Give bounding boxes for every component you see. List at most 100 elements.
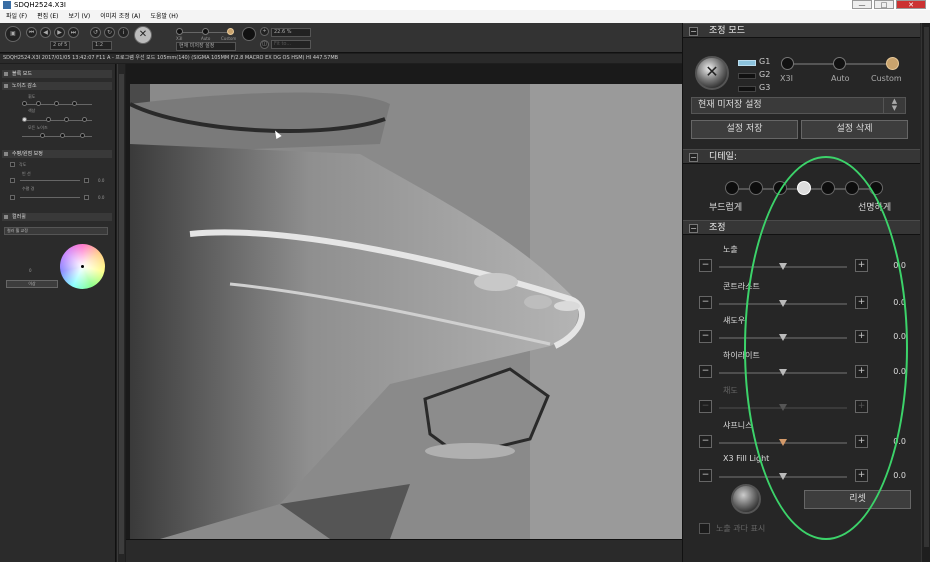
h-plus-2[interactable] bbox=[84, 195, 89, 200]
camera-icon[interactable]: ▣ bbox=[5, 26, 21, 42]
horizontal-checkbox[interactable] bbox=[10, 162, 15, 167]
collapse-icon[interactable]: − bbox=[689, 27, 698, 36]
color-mode-select[interactable]: 컬러 휠 교정 bbox=[4, 227, 108, 235]
nav-next-icon[interactable]: ▶ bbox=[54, 27, 65, 38]
collapse-icon[interactable]: − bbox=[689, 224, 698, 233]
image-preview-area[interactable] bbox=[126, 64, 682, 539]
g3-label: G3 bbox=[759, 83, 771, 92]
h-minus-2[interactable] bbox=[10, 195, 15, 200]
exposure-minus-button[interactable]: − bbox=[699, 259, 712, 272]
delete-settings-button[interactable]: 설정 삭제 bbox=[801, 120, 908, 139]
fit-button[interactable]: Fit to... bbox=[271, 40, 311, 49]
shadow-slider-thumb[interactable] bbox=[779, 334, 787, 341]
menu-edit[interactable]: 편집 (E) bbox=[37, 10, 58, 23]
menu-view[interactable]: 보기 (V) bbox=[69, 10, 91, 23]
saturation-minus-button[interactable]: − bbox=[699, 400, 712, 413]
sharpness-slider-thumb[interactable] bbox=[779, 439, 787, 446]
section-adjust[interactable]: − 조정 bbox=[683, 220, 920, 235]
updown-arrow-icon[interactable]: ▲ ▼ bbox=[883, 98, 905, 113]
detail-step-2[interactable] bbox=[749, 181, 763, 195]
contrast-slider-thumb[interactable] bbox=[779, 300, 787, 307]
shadow-plus-button[interactable]: + bbox=[855, 330, 868, 343]
g2-indicator[interactable] bbox=[738, 73, 756, 79]
fill-light-plus-button[interactable]: + bbox=[855, 469, 868, 482]
fill-light-slider-thumb[interactable] bbox=[779, 473, 787, 480]
highlight-slider-thumb[interactable] bbox=[779, 369, 787, 376]
highlight-plus-button[interactable]: + bbox=[855, 365, 868, 378]
right-scrollbar-thumb[interactable] bbox=[924, 27, 929, 547]
nav-prev-icon[interactable]: ◀ bbox=[40, 27, 51, 38]
section-noise-reduction[interactable]: 노이즈 감소 bbox=[2, 82, 112, 90]
menu-image-adjust[interactable]: 이미지 조정 (A) bbox=[100, 10, 140, 23]
g3-indicator[interactable] bbox=[738, 86, 756, 92]
g1-indicator[interactable] bbox=[738, 60, 756, 66]
menu-help[interactable]: 도움말 (H) bbox=[150, 10, 178, 23]
ratio-select[interactable]: 1:2 bbox=[92, 41, 112, 50]
exposure-slider-thumb[interactable] bbox=[779, 263, 787, 270]
section-adjust-mode[interactable]: − 조정 모드 bbox=[683, 23, 920, 38]
window-controls: — □ ✕ bbox=[852, 0, 926, 10]
zoom-level[interactable]: 22.6 % bbox=[271, 28, 311, 37]
section-color-wheel[interactable]: 컬러휠 bbox=[2, 213, 112, 221]
slider-label-contrast: 콘트라스트 bbox=[723, 282, 760, 291]
mode-knob-auto[interactable] bbox=[202, 28, 209, 35]
h-slider-2[interactable] bbox=[20, 197, 80, 198]
detail-step-5[interactable] bbox=[821, 181, 835, 195]
menu-file[interactable]: 파일 (F) bbox=[6, 10, 27, 23]
mode-knob-x3i[interactable] bbox=[781, 57, 794, 70]
nav-first-icon[interactable]: ⏮ bbox=[26, 27, 37, 38]
h-plus-1[interactable] bbox=[84, 178, 89, 183]
rotate-right-icon[interactable]: ↻ bbox=[104, 27, 115, 38]
tb-preset-select[interactable]: 현재 미저장 설정 bbox=[176, 42, 236, 51]
shadow-minus-button[interactable]: − bbox=[699, 330, 712, 343]
x3-mode-button[interactable]: ✕ bbox=[695, 56, 729, 90]
zoom-in-icon[interactable]: + bbox=[260, 27, 269, 36]
detail-step-6[interactable] bbox=[845, 181, 859, 195]
mode-knob-auto[interactable] bbox=[833, 57, 846, 70]
left-scrollbar[interactable] bbox=[117, 64, 125, 562]
exposure-plus-button[interactable]: + bbox=[855, 259, 868, 272]
fit-icon[interactable]: ◫ bbox=[260, 40, 269, 49]
contrast-plus-button[interactable]: + bbox=[855, 296, 868, 309]
detail-step-7[interactable] bbox=[869, 181, 883, 195]
sharpness-value: 0.0 bbox=[893, 437, 906, 446]
minimize-button[interactable]: — bbox=[852, 0, 872, 9]
preset-dropdown[interactable]: 현재 미저장 설정 ▲ ▼ bbox=[691, 97, 906, 114]
section-block-mode[interactable]: 블록 모드 bbox=[2, 70, 112, 78]
h-slider-1[interactable] bbox=[20, 180, 80, 181]
nav-last-icon[interactable]: ⏭ bbox=[68, 27, 79, 38]
contrast-minus-button[interactable]: − bbox=[699, 296, 712, 309]
maximize-button[interactable]: □ bbox=[874, 0, 894, 9]
left-scrollbar-thumb[interactable] bbox=[119, 74, 124, 554]
sharpness-minus-button[interactable]: − bbox=[699, 435, 712, 448]
fill-light-minus-button[interactable]: − bbox=[699, 469, 712, 482]
h-value-2: 0.0 bbox=[98, 195, 105, 200]
sharpness-plus-button[interactable]: + bbox=[855, 435, 868, 448]
fill-light-auto-icon[interactable] bbox=[731, 484, 761, 514]
reset-button[interactable]: 리셋 bbox=[804, 490, 911, 509]
detail-step-3[interactable] bbox=[773, 181, 787, 195]
detail-step-1[interactable] bbox=[725, 181, 739, 195]
right-scrollbar[interactable] bbox=[921, 23, 930, 562]
color-wheel-marker[interactable] bbox=[81, 265, 84, 268]
mode-knob-custom[interactable] bbox=[886, 57, 899, 70]
saturation-slider-thumb[interactable] bbox=[779, 404, 787, 411]
x3-mode-icon[interactable]: ✕ bbox=[134, 26, 152, 44]
mode-knob-x3i[interactable] bbox=[176, 28, 183, 35]
section-detail[interactable]: − 디테일: bbox=[683, 149, 920, 164]
detail-step-4[interactable] bbox=[797, 181, 811, 195]
overexposure-checkbox[interactable] bbox=[699, 523, 710, 534]
exposure-icon[interactable] bbox=[242, 27, 256, 41]
close-button[interactable]: ✕ bbox=[896, 0, 926, 9]
saturation-plus-button[interactable]: + bbox=[855, 400, 868, 413]
rotate-left-icon[interactable]: ↺ bbox=[90, 27, 101, 38]
save-settings-button[interactable]: 설정 저장 bbox=[691, 120, 798, 139]
noise-slider-3-dot-2 bbox=[60, 133, 65, 138]
color-apply-button[interactable]: 이상 bbox=[6, 280, 58, 288]
section-horizontal-correction[interactable]: 수평/원점 보정 bbox=[2, 150, 112, 158]
mode-knob-custom[interactable] bbox=[227, 28, 234, 35]
info-icon[interactable]: i bbox=[118, 27, 129, 38]
highlight-minus-button[interactable]: − bbox=[699, 365, 712, 378]
collapse-icon[interactable]: − bbox=[689, 153, 698, 162]
h-minus-1[interactable] bbox=[10, 178, 15, 183]
